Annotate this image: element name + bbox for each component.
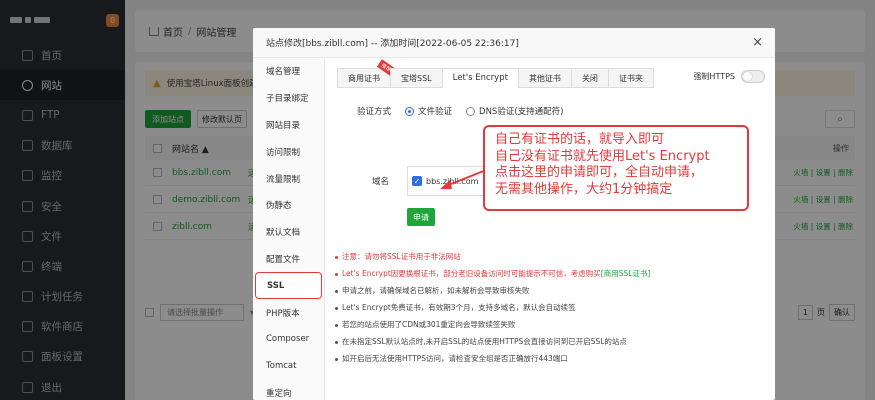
modal-menu-item[interactable]: 流量限制 (253, 165, 324, 192)
modal-menu-item[interactable]: 域名管理 (253, 58, 324, 85)
note-item: 注意：请勿将SSL证书用于非法网站 (335, 248, 765, 265)
close-icon[interactable]: × (752, 35, 763, 50)
verify-label: 验证方式 (357, 107, 392, 117)
note-text: 在未指定SSL默认站点时,未开启SSL的站点使用HTTPS会直接访问到已开启SS… (342, 337, 627, 346)
modal-menu-item[interactable]: Tomcat (253, 353, 324, 380)
verify-row: 验证方式 文件验证 DNS验证(支持通配符) (357, 105, 563, 117)
ssl-tab-label: 宝塔SSL (401, 73, 432, 83)
ssl-tab-label: 关闭 (581, 73, 598, 83)
site-edit-modal: 站点修改[bbs.zibll.com] -- 添加时间[2022-06-05 2… (253, 28, 775, 400)
verify-dns-radio[interactable]: DNS验证(支持通配符) (466, 105, 563, 117)
ssl-panel: 商用证书 推荐 宝塔SSL Let's Encrypt 其他证书 关闭 证书夹 强制HTTP… (325, 58, 775, 400)
note-text: Let's Encrypt因更换根证书，部分老旧设备访问时可能提示不可信，考虑购… (342, 269, 601, 278)
note-text: 如开启后无法使用HTTPS访问，请检查安全组是否正确放行443端口 (342, 354, 568, 363)
force-https-toggle[interactable] (741, 70, 765, 83)
ssl-tab-label: Let's Encrypt (452, 73, 508, 83)
notes-list: 注意：请勿将SSL证书用于非法网站 Let's Encrypt因更换根证书，部分老… (335, 248, 765, 367)
modal-title: 站点修改[bbs.zibll.com] -- 添加时间[2022-06-05 2… (253, 28, 775, 58)
annotation-line: 自己没有证书就先使用Let's Encrypt (495, 148, 710, 164)
verify-file-radio[interactable]: 文件验证 (405, 105, 452, 117)
modal-menu-item[interactable]: SSL (255, 272, 322, 300)
annotation-arrow-icon (440, 169, 487, 189)
modal-menu-item[interactable]: 重定向 (253, 380, 324, 400)
check-icon[interactable]: ✓ (412, 176, 422, 186)
annotation-line: 无需其他操作，大约1分钟搞定 (495, 181, 673, 197)
note-item: Let's Encrypt因更换根证书，部分老旧设备访问时可能提示不可信，考虑购… (335, 265, 765, 282)
note-item: 若您的站点使用了CDN或301重定向会导致续签失败 (335, 316, 765, 333)
ssl-tab-label: 商用证书 (348, 73, 380, 83)
modal-menu-item[interactable]: 网站目录 (253, 112, 324, 139)
radio-on-icon (405, 106, 415, 116)
annotation-line: 自己有证书的话，就导入即可 (495, 132, 665, 147)
modal-menu-item[interactable]: 默认文档 (253, 219, 324, 246)
bullet-icon (335, 289, 338, 293)
bullet-icon (335, 272, 338, 276)
annotation-callout: 自己有证书的话，就导入即可 自己没有证书就先使用Let's Encrypt 点击这里… (483, 125, 749, 211)
commercial-ssl-link[interactable]: [商用SSL证书] (601, 269, 651, 278)
ssl-tab[interactable]: 宝塔SSL (390, 68, 442, 88)
domain-label: 域名 (372, 177, 390, 187)
ssl-tab[interactable]: 其他证书 (517, 68, 571, 88)
annotation-line: 点击这里的申请即可，全自动申请， (495, 165, 704, 180)
note-item: 如开启后无法使用HTTPS访问，请检查安全组是否正确放行443端口 (335, 350, 765, 367)
verify-dns-label: DNS验证(支持通配符) (479, 107, 564, 117)
modal-menu-item[interactable]: Composer (253, 326, 324, 353)
ssl-tab[interactable]: 证书夹 (607, 68, 654, 88)
ssl-tabs: 商用证书 推荐 宝塔SSL Let's Encrypt 其他证书 关闭 证书夹 (337, 59, 654, 88)
verify-file-label: 文件验证 (418, 107, 453, 117)
ssl-tab[interactable]: 商用证书 推荐 (337, 59, 396, 88)
note-text: 若您的站点使用了CDN或301重定向会导致续签失败 (342, 320, 516, 329)
note-text: 申请之前，请确保域名已解析，如未解析会导致审核失败 (342, 286, 530, 295)
bullet-icon (335, 323, 338, 327)
note-item: 在未指定SSL默认站点时,未开启SSL的站点使用HTTPS会直接访问到已开启SS… (335, 333, 765, 350)
modal-menu-item[interactable]: 子目录绑定 (253, 85, 324, 112)
apply-button[interactable]: 申请 (407, 208, 435, 226)
modal-menu-item[interactable]: 配置文件 (253, 246, 324, 273)
modal-menu: 域名管理 子目录绑定 网站目录 访问限制 流量限制 伪静态 默认文档 配置文件 SSL PHP版本… (253, 58, 325, 400)
note-text: 注意：请勿将SSL证书用于非法网站 (342, 252, 461, 261)
note-item: 申请之前，请确保域名已解析，如未解析会导致审核失败 (335, 282, 765, 299)
force-https-label: 强制HTTPS (693, 72, 735, 81)
note-item: Let's Encrypt免费证书，有效期3个月，支持多域名，默认会自动续签 (335, 299, 765, 316)
bullet-icon (335, 357, 338, 361)
bullet-icon (335, 306, 338, 310)
ssl-tab[interactable]: 关闭 (570, 68, 608, 88)
force-https: 强制HTTPS (693, 70, 765, 83)
bullet-icon (335, 340, 338, 344)
ssl-tab-label: 证书夹 (618, 73, 643, 83)
ssl-tab-label: 其他证书 (528, 73, 561, 83)
note-text: Let's Encrypt免费证书，有效期3个月，支持多域名，默认会自动续签 (342, 303, 576, 312)
modal-menu-item[interactable]: 访问限制 (253, 138, 324, 165)
modal-menu-item[interactable]: 伪静态 (253, 192, 324, 219)
ssl-tab[interactable]: Let's Encrypt (441, 68, 518, 88)
modal-menu-item[interactable]: PHP版本 (253, 299, 324, 326)
bullet-icon (335, 255, 338, 259)
radio-off-icon (466, 106, 476, 116)
